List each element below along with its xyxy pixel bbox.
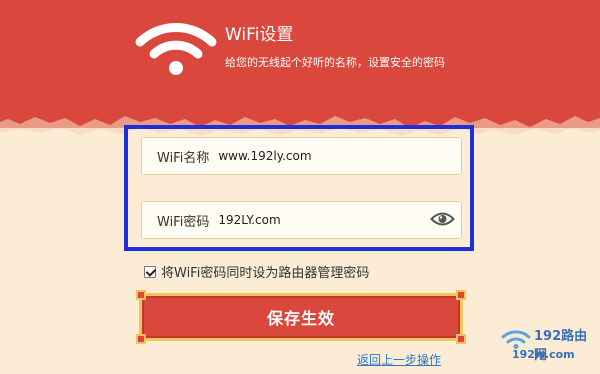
button-corner-decoration <box>456 290 466 300</box>
button-corner-decoration <box>136 290 146 300</box>
save-button-label: 保存生效 <box>266 309 335 328</box>
save-button[interactable]: 保存生效 <box>136 290 466 344</box>
admin-password-checkbox-label: 将WiFi密码同时设为路由器管理密码 <box>161 266 370 281</box>
button-corner-decoration <box>136 334 146 344</box>
back-link[interactable]: 返回上一步操作 <box>357 351 441 368</box>
wifi-icon <box>135 23 217 75</box>
admin-password-checkbox[interactable] <box>144 265 156 278</box>
watermark-url: 192ly.com <box>512 348 575 361</box>
button-corner-decoration <box>456 334 466 344</box>
annotation-highlight-box <box>124 125 474 251</box>
page-title: WiFi设置 <box>225 25 294 45</box>
watermark: 192路由网 192ly.com <box>500 322 600 374</box>
watermark-wifi-icon <box>501 330 531 349</box>
page-subtitle: 给您的无线起个好听的名称，设置安全的密码 <box>225 56 445 69</box>
admin-password-checkbox-row[interactable]: 将WiFi密码同时设为路由器管理密码 <box>144 262 369 281</box>
